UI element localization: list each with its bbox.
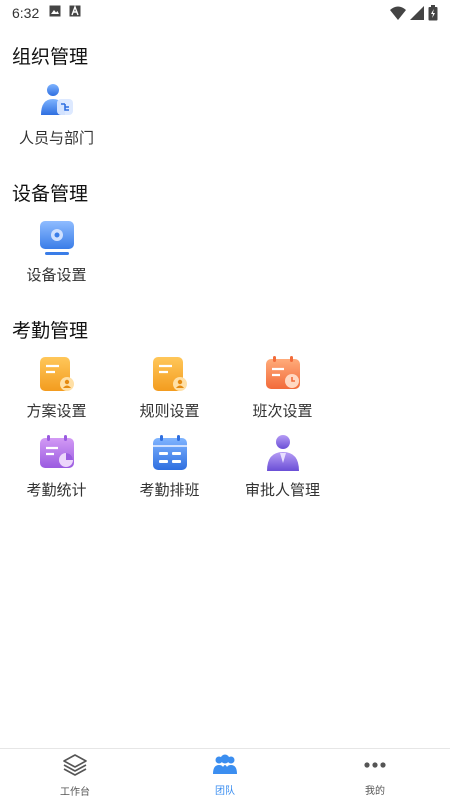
tile-shift-settings[interactable]: 班次设置 [226, 352, 339, 421]
tab-label: 我的 [365, 786, 385, 797]
tile-label: 班次设置 [252, 402, 313, 420]
approver-management-icon [261, 431, 305, 475]
tile-label: 考勤统计 [26, 481, 87, 499]
section-title: 考勤管理 [12, 320, 89, 342]
tile-label: 人员与部门 [18, 129, 94, 147]
device-settings-icon [35, 216, 79, 260]
team-icon [212, 754, 238, 780]
wifi-icon [390, 6, 406, 24]
tile-plan-settings[interactable]: 方案设置 [0, 352, 113, 421]
tile-device-settings[interactable]: 设备设置 [0, 216, 113, 285]
section-device: 设备管理 设备设置 [0, 180, 450, 285]
tab-workbench[interactable]: 工作台 [0, 749, 150, 800]
main-content: 组织管理 人员与部门 设备管理 设备设置 考勤管理 方案设置 规则设置 班次设置… [0, 26, 450, 500]
rule-settings-icon [148, 352, 192, 396]
tile-label: 考勤排班 [139, 481, 200, 499]
tile-label: 设备设置 [26, 266, 87, 284]
tab-mine[interactable]: 我的 [300, 749, 450, 800]
attendance-schedule-icon [148, 431, 192, 475]
tile-label: 审批人管理 [244, 481, 320, 499]
signal-icon [410, 6, 424, 24]
tab-label: 团队 [215, 786, 235, 797]
tab-label: 工作台 [60, 787, 90, 798]
more-dots-icon [362, 754, 388, 780]
layers-icon [62, 753, 88, 781]
tile-label: 规则设置 [139, 402, 200, 420]
section-title: 组织管理 [12, 46, 89, 68]
tile-rule-settings[interactable]: 规则设置 [113, 352, 226, 421]
shift-settings-icon [261, 352, 305, 396]
section-organization: 组织管理 人员与部门 [0, 43, 450, 148]
a-notification-icon [69, 5, 81, 21]
tab-team[interactable]: 团队 [150, 749, 300, 800]
plan-settings-icon [35, 352, 79, 396]
tile-people-department[interactable]: 人员与部门 [0, 79, 113, 148]
status-time: 6:32 [12, 5, 40, 21]
image-notification-icon [49, 5, 61, 21]
bottom-tab-bar: 工作台 团队 我的 [0, 748, 450, 800]
section-title: 设备管理 [12, 183, 89, 205]
tile-attendance-schedule[interactable]: 考勤排班 [113, 431, 226, 500]
people-department-icon [35, 79, 79, 123]
attendance-stats-icon [35, 431, 79, 475]
tile-label: 方案设置 [26, 402, 87, 420]
section-attendance: 考勤管理 方案设置 规则设置 班次设置 考勤统计 考勤排班 审批人管理 [0, 317, 450, 500]
tile-approver-management[interactable]: 审批人管理 [226, 431, 339, 500]
tile-attendance-stats[interactable]: 考勤统计 [0, 431, 113, 500]
status-bar: 6:32 [0, 0, 450, 26]
battery-icon [428, 5, 438, 25]
status-indicators [390, 5, 438, 25]
